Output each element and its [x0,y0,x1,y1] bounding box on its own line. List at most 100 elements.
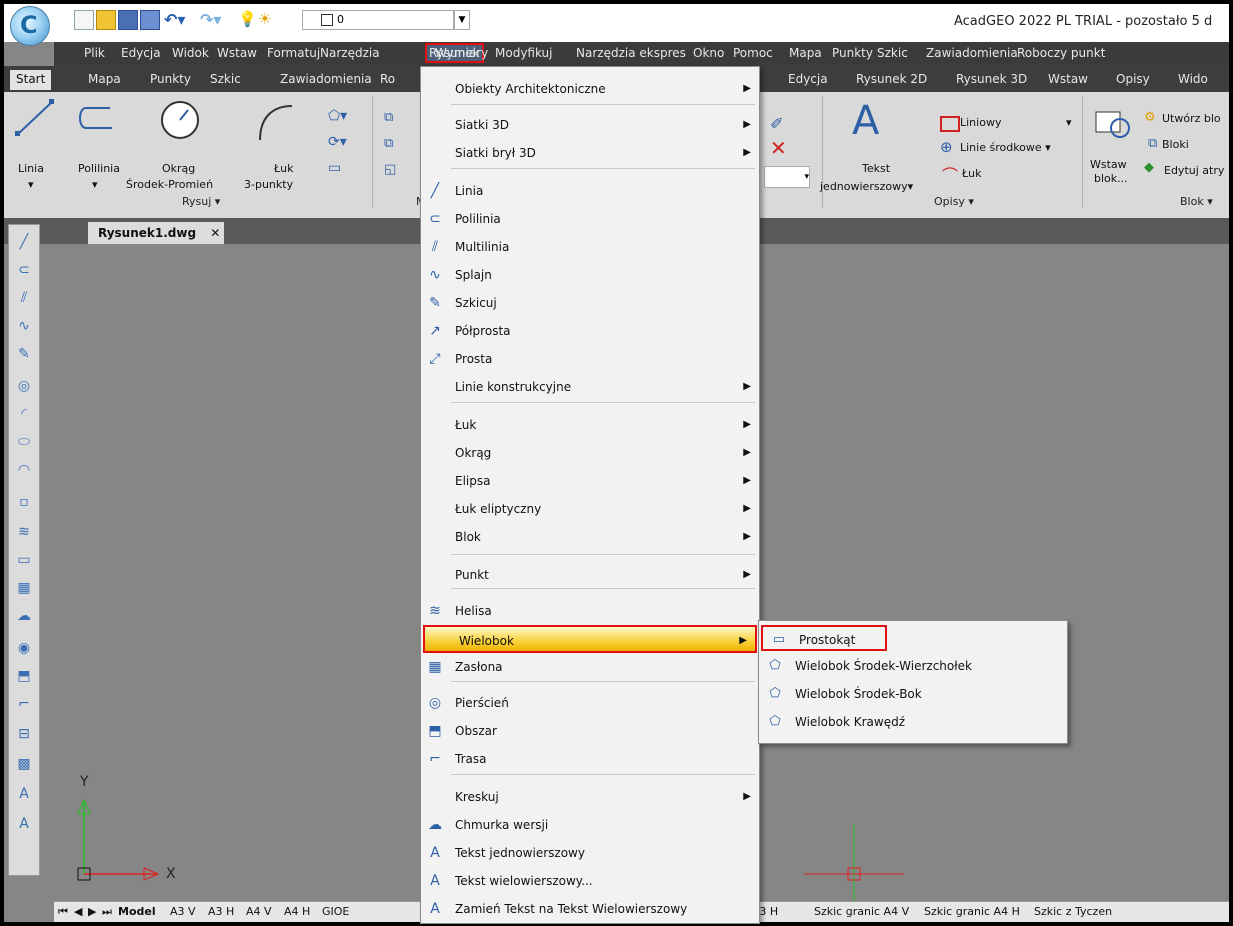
wipeout-icon[interactable]: ▦ [15,579,33,597]
submenu-item-1[interactable]: ⬠ Wielobok Środek-Wierzchołek [759,653,1065,679]
menu-12[interactable]: Mapa [789,46,822,60]
mirror-icon[interactable]: ⧉ [384,136,393,151]
arc-dimension-icon[interactable]: ⌒ [942,162,958,186]
okrag-label[interactable]: Okrąg [162,162,195,175]
revcloud-icon[interactable]: ⟳▾ [328,134,347,150]
submenu-item-3[interactable]: ⬠ Wielobok Krawędź [759,709,1065,735]
copy-icon[interactable]: ⧉ [384,110,393,125]
centerline-icon[interactable]: ⊕ [940,138,953,156]
multiline-icon[interactable]: ⫽ [15,289,33,307]
ribbon-tab-2[interactable]: Punkty [150,72,191,86]
layout-tab-7[interactable]: Szkic granic A4 V [814,905,909,918]
submenu-item-0[interactable]: ▭ Prostokąt [761,625,887,651]
rectangle-icon[interactable]: ▭ [328,160,341,176]
save-as-icon[interactable] [140,10,160,30]
circle-icon[interactable]: ◎ [15,377,33,395]
menu-item-linia[interactable]: ╱ Linia [421,177,759,205]
tekst-label[interactable]: Tekst [862,162,890,175]
text-tool-icon[interactable]: A [852,98,879,144]
menu-item-obszar[interactable]: ⬒ Obszar [421,717,759,745]
menu-item-helisa[interactable]: ≋ Helisa [421,597,759,625]
ellipse-icon[interactable]: ⬭ [15,433,33,451]
menu-item-blok[interactable]: Blok ▶ [421,523,759,551]
polyline-tool-icon[interactable] [72,102,116,142]
circle-tool-icon[interactable] [158,98,202,142]
text-single-icon[interactable]: A [15,785,33,803]
menu-item-wielobok[interactable]: Wielobok ▶ [423,625,757,653]
menu-item-siatki-brył-3d[interactable]: Siatki brył 3D ▶ [421,139,759,167]
menu-item-splajn[interactable]: ∿ Splajn [421,261,759,289]
ribbon-tab-1[interactable]: Mapa [88,72,121,86]
menu-item-łuk-eliptyczny[interactable]: Łuk eliptyczny ▶ [421,495,759,523]
menu-item-chmurka-wersji[interactable]: ☁ Chmurka wersji [421,811,759,839]
luk-label[interactable]: Łuk [274,162,294,175]
ribbon-tab-8[interactable]: Rysunek 3D [956,72,1027,86]
menu-4[interactable]: Formatuj [267,46,320,60]
menu-item-tekst-jednowierszowy[interactable]: A Tekst jednowierszowy [421,839,759,867]
menu-item-siatki-3d[interactable]: Siatki 3D ▶ [421,111,759,139]
arc-icon[interactable]: ◜ [15,405,33,423]
line-icon[interactable]: ╱ [15,233,33,251]
linia-label[interactable]: Linia [18,162,44,175]
menu-item-prosta[interactable]: ⤢ Prosta [421,345,759,373]
eraser-icon[interactable]: ✐ [770,114,783,133]
linie-srodkowe-label[interactable]: Linie środkowe ▾ [960,141,1051,154]
menu-item-zamień-tekst-na-tekst-wielowierszowy[interactable]: A Zamień Tekst na Tekst Wielowierszowy [421,895,759,923]
menu-10[interactable]: Okno [693,46,724,60]
ribbon-tab-0[interactable]: Start [10,70,52,90]
menu-item-okrąg[interactable]: Okrąg ▶ [421,439,759,467]
layout-tab-8[interactable]: Szkic granic A4 H [924,905,1020,918]
menu-item-multilinia[interactable]: ⫽ Multilinia [421,233,759,261]
revcloud-icon[interactable]: ☁ [15,607,33,625]
close-icon[interactable]: ✕ [210,226,220,240]
menu-16[interactable]: Roboczy punkt [1017,46,1105,60]
polygon-icon[interactable]: ⬠▾ [328,108,347,124]
prev-tab-icon[interactable]: ◀ [74,905,82,918]
helix-icon[interactable]: ≋ [15,523,33,541]
ellipse-arc-icon[interactable]: ◠ [15,461,33,479]
ribbon-tab-5[interactable]: Ro [380,72,395,86]
bloki-label[interactable]: Bloki [1162,138,1189,151]
first-tab-icon[interactable]: ⏮ [58,905,68,919]
chevron-down-icon[interactable]: ▾ [92,178,98,191]
menu-0[interactable]: Plik [84,46,105,60]
blocks-icon[interactable]: ⧉ [1148,136,1157,151]
sketch-icon[interactable]: ✎ [15,345,33,363]
menu-11[interactable]: Pomoc [733,46,773,60]
stretch-icon[interactable]: ◱ [384,162,396,177]
layout-tab-1[interactable]: A3 V [170,905,196,918]
polilinia-label[interactable]: Polilinia [78,162,120,175]
menu-5[interactable]: Narzędzia [320,46,380,60]
submenu-item-2[interactable]: ⬠ Wielobok Środek-Bok [759,681,1065,707]
blok-panel-title[interactable]: Blok ▾ [1180,195,1213,208]
insert-block-icon[interactable] [1092,106,1136,146]
layout-tab-0[interactable]: Model [118,905,156,918]
redo-icon[interactable]: ↷▾ [200,10,221,29]
menu-item-polilinia[interactable]: ⊂ Polilinia [421,205,759,233]
last-tab-icon[interactable]: ⏭ [102,905,112,919]
dropdown-select[interactable]: ▾ [764,166,810,188]
hatch-icon[interactable]: ▩ [15,755,33,773]
spline-icon[interactable]: ∿ [15,317,33,335]
layer-select[interactable]: 0 [302,10,454,30]
chevron-down-icon[interactable]: ▼ [454,10,470,30]
opisy-panel-title[interactable]: Opisy ▾ [934,195,974,208]
ribbon-tab-9[interactable]: Wstaw [1048,72,1088,86]
ribbon-tab-7[interactable]: Rysunek 2D [856,72,927,86]
menu-8[interactable]: Modyfikuj [495,46,553,60]
rectangle-icon[interactable]: ▭ [15,551,33,569]
menu-item-łuk[interactable]: Łuk ▶ [421,411,759,439]
chevron-down-icon[interactable]: ▾ [1066,116,1072,129]
menu-1[interactable]: Edycja [121,46,161,60]
menu-item-linie-konstrukcyjne[interactable]: Linie konstrukcyjne ▶ [421,373,759,401]
point-icon[interactable]: ▫ [15,493,33,511]
table-icon[interactable]: ⊟ [15,725,33,743]
save-icon[interactable] [118,10,138,30]
delete-icon[interactable]: ✕ [770,136,787,160]
liniowy-label[interactable]: Liniowy [960,116,1001,129]
polyline-icon[interactable]: ⊂ [15,261,33,279]
menu-item-szkicuj[interactable]: ✎ Szkicuj [421,289,759,317]
arc-tool-icon[interactable] [254,100,298,144]
open-file-icon[interactable] [96,10,116,30]
layout-tab-5[interactable]: GIOE [322,905,349,918]
